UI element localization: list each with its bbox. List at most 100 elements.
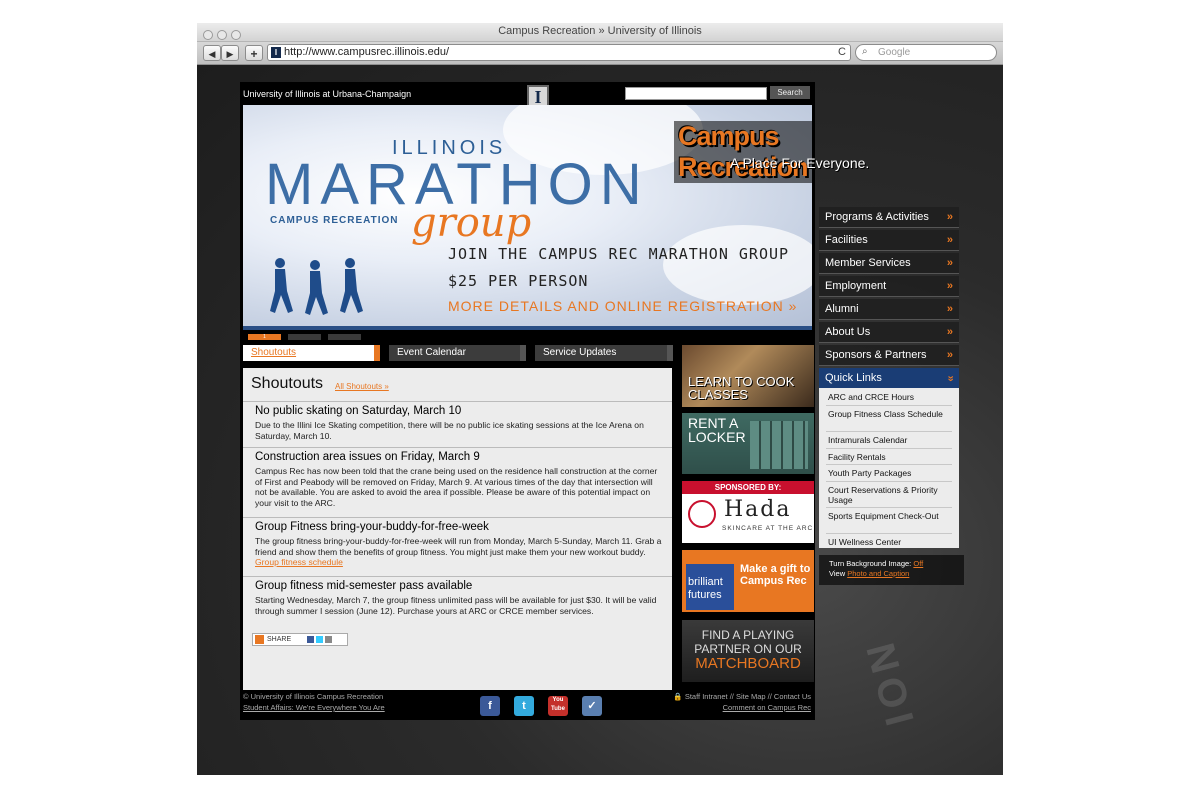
matchboard-line-1: FIND A PLAYING: [701, 628, 795, 642]
locker-text: LOCKER: [688, 429, 746, 445]
divider: [826, 533, 952, 534]
brilliant-futures-logo: brilliant futures: [686, 564, 734, 610]
quick-link-item[interactable]: UI Wellness Center: [828, 537, 956, 547]
news-item: Group Fitness bring-your-buddy-for-free-…: [243, 517, 672, 576]
divider: [826, 481, 952, 482]
news-title[interactable]: No public skating on Saturday, March 10: [255, 405, 461, 417]
nav-facilities[interactable]: Facilities »: [819, 230, 959, 251]
hero-price: $25 PER PERSON: [448, 272, 589, 290]
matchboard-line-3: MATCHBOARD: [695, 655, 801, 672]
bg-off-link[interactable]: Off: [913, 559, 923, 568]
slide-dot-active[interactable]: 1: [248, 334, 281, 340]
quick-link-item[interactable]: Court Reservations & Priority Usage: [828, 485, 956, 505]
photo-caption-link[interactable]: Photo and Caption: [847, 569, 909, 578]
news-title[interactable]: Group Fitness bring-your-buddy-for-free-…: [255, 521, 489, 533]
chevron-right-icon: »: [946, 234, 953, 246]
tab-label: Event Calendar: [397, 347, 466, 358]
forward-button[interactable]: ▶: [221, 45, 239, 61]
news-title[interactable]: Construction area issues on Friday, Marc…: [255, 451, 480, 463]
nav-label: Alumni: [825, 303, 859, 315]
hero-group: group: [411, 200, 532, 246]
share-label: SHARE: [267, 636, 292, 643]
matchboard-line-2: PARTNER ON OUR: [694, 642, 802, 656]
quick-link-item[interactable]: Sports Equipment Check-Out: [828, 511, 956, 521]
twitter-icon[interactable]: t: [514, 696, 534, 716]
nav-quick-links[interactable]: Quick Links »: [819, 368, 959, 389]
footer-copyright[interactable]: © University of Illinois Campus Recreati…: [243, 692, 383, 701]
nav-sponsors-partners[interactable]: Sponsors & Partners »: [819, 345, 959, 366]
window-title: Campus Recreation » University of Illino…: [498, 25, 702, 37]
footer-student-affairs[interactable]: Student Affairs: We're Everywhere You Ar…: [243, 703, 385, 712]
reload-icon[interactable]: C: [838, 46, 846, 58]
page-viewport: NOI University of Illinois at Urbana-Cha…: [197, 65, 1003, 775]
url-text[interactable]: http://www.campusrec.illinois.edu/: [284, 46, 449, 58]
add-bookmark-button[interactable]: +: [245, 45, 263, 61]
news-title[interactable]: Group fitness mid-semester pass availabl…: [255, 580, 472, 592]
footer-links-text: Staff Intranet // Site Map // Contact Us: [684, 692, 811, 701]
quick-link-item[interactable]: Group Fitness Class Schedule: [828, 409, 956, 419]
title-bar: Campus Recreation » University of Illino…: [197, 23, 1003, 42]
search-field[interactable]: ⌕ Google: [855, 44, 997, 61]
matchboard-ad[interactable]: FIND A PLAYING PARTNER ON OUR MATCHBOARD: [682, 620, 814, 682]
site-search-input[interactable]: [625, 87, 767, 100]
divider: [826, 464, 952, 465]
brilliant-text: brilliant: [688, 576, 723, 588]
content-tabs: Shoutouts Event Calendar Service Updates: [243, 345, 673, 361]
cloud-shape: [663, 225, 812, 305]
youtube-icon[interactable]: You Tube: [548, 696, 568, 716]
address-bar[interactable]: I http://www.campusrec.illinois.edu/ C: [267, 44, 851, 61]
hero-registration-link[interactable]: MORE DETAILS AND ONLINE REGISTRATION »: [448, 298, 797, 314]
news-item: Construction area issues on Friday, Marc…: [243, 447, 672, 517]
bg-view-label: View: [829, 569, 846, 578]
runners-silhouette-icon: [270, 258, 363, 315]
tab-event-calendar[interactable]: Event Calendar: [389, 345, 526, 361]
slide-dot[interactable]: [328, 334, 361, 340]
hada-logo-icon: [688, 500, 716, 528]
divider: [826, 448, 952, 449]
nav-member-services[interactable]: Member Services »: [819, 253, 959, 274]
quick-link-item[interactable]: Intramurals Calendar: [828, 435, 956, 445]
foursquare-icon[interactable]: ✓: [582, 696, 602, 716]
rent-locker-ad[interactable]: RENT A LOCKER: [682, 413, 814, 474]
twitter-mini-icon: [316, 635, 324, 643]
quick-link-item[interactable]: Youth Party Packages: [828, 468, 956, 478]
make-a-gift-ad[interactable]: brilliant futures Make a gift to Campus …: [682, 550, 814, 612]
footer-comment-link[interactable]: Comment on Campus Rec: [723, 703, 811, 712]
share-button[interactable]: SHARE: [252, 633, 348, 646]
site-search-button[interactable]: Search: [770, 86, 810, 99]
cooking-classes-ad[interactable]: LEARN TO COOK CLASSES: [682, 345, 814, 407]
site-tagline: A Place For Everyone.: [730, 155, 870, 171]
all-shoutouts-link[interactable]: All Shoutouts »: [335, 382, 389, 391]
nav-about-us[interactable]: About Us »: [819, 322, 959, 343]
slide-dot[interactable]: [288, 334, 321, 340]
footer-links[interactable]: 🔒 Staff Intranet // Site Map // Contact …: [673, 692, 811, 701]
bg-toggle-line-2: View Photo and Caption: [829, 569, 964, 579]
news-text: The group fitness bring-your-buddy-for-f…: [255, 536, 662, 557]
tab-shoutouts[interactable]: Shoutouts: [243, 345, 380, 361]
chevron-right-icon: »: [946, 280, 953, 292]
facebook-icon[interactable]: f: [480, 696, 500, 716]
hero-bottom-bar: [243, 326, 812, 330]
nav-alumni[interactable]: Alumni »: [819, 299, 959, 320]
news-body: Campus Rec has now been told that the cr…: [255, 466, 658, 508]
quick-link-item[interactable]: Facility Rentals: [828, 452, 956, 462]
tab-label: Service Updates: [543, 347, 617, 358]
tab-edge: [520, 345, 526, 361]
share-plus-icon: [255, 635, 264, 644]
chevron-down-icon: »: [944, 375, 957, 382]
tab-edge: [667, 345, 673, 361]
university-name[interactable]: University of Illinois at Urbana-Champai…: [243, 89, 411, 99]
locker-graphic: [750, 421, 808, 469]
quick-link-item[interactable]: ARC and CRCE Hours: [828, 392, 956, 402]
group-fitness-schedule-link[interactable]: Group fitness schedule: [255, 557, 343, 567]
nav-label: Employment: [825, 280, 887, 292]
tab-service-updates[interactable]: Service Updates: [535, 345, 673, 361]
back-button[interactable]: ◀: [203, 45, 221, 61]
hada-sponsor-ad[interactable]: SPONSORED BY: Hada SKINCARE AT THE ARC: [682, 481, 814, 543]
divider: [826, 431, 952, 432]
nav-label: Programs & Activities: [825, 211, 929, 223]
nav-employment[interactable]: Employment »: [819, 276, 959, 297]
nav-programs-activities[interactable]: Programs & Activities »: [819, 207, 959, 228]
shoutouts-title: Shoutouts: [251, 375, 324, 392]
news-body: The group fitness bring-your-buddy-for-f…: [255, 536, 665, 568]
